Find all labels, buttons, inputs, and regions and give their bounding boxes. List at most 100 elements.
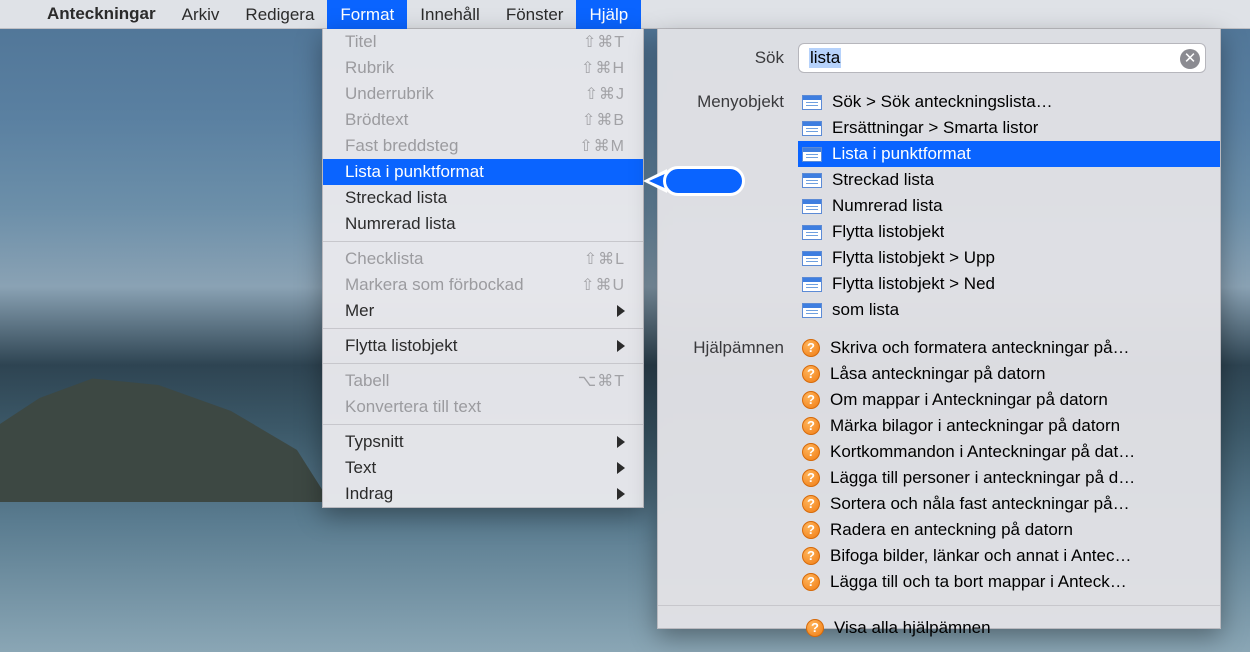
menu-shortcut: ⌥⌘T (578, 371, 625, 391)
help-topic-label: Märka bilagor i anteckningar på datorn (830, 416, 1120, 436)
menu-shortcut: ⇧⌘J (585, 84, 625, 104)
format-menu-item: Brödtext⇧⌘B (323, 107, 643, 133)
help-topic-icon: ? (802, 391, 820, 409)
menu-result-icon (802, 303, 822, 318)
menu-item-label: Fast breddsteg (345, 136, 458, 156)
menu-separator (323, 328, 643, 329)
help-result-label: Ersättningar > Smarta listor (832, 118, 1038, 138)
help-menu-result[interactable]: Streckad lista (798, 167, 1220, 193)
menu-item-label: Streckad lista (345, 188, 447, 208)
menu-separator (323, 424, 643, 425)
help-topic-label: Om mappar i Anteckningar på datorn (830, 390, 1108, 410)
format-menu-item[interactable]: Numrerad lista (323, 211, 643, 237)
menu-shortcut: ⇧⌘L (584, 249, 625, 269)
format-menu-item[interactable]: Lista i punktformat (323, 159, 643, 185)
help-topic-result[interactable]: ? Lägga till personer i anteckningar på d… (798, 465, 1220, 491)
help-callout-arrow (645, 161, 745, 201)
format-menu-item: Rubrik ⇧⌘H (323, 55, 643, 81)
menu-item-label: Tabell (345, 371, 389, 391)
menu-innehall[interactable]: Innehåll (407, 0, 493, 29)
menu-item-label: Konvertera till text (345, 397, 481, 417)
help-topic-icon: ? (802, 469, 820, 487)
help-topic-label: Lägga till personer i anteckningar på d… (830, 468, 1135, 488)
help-search-label: Sök (672, 48, 798, 68)
help-topic-result[interactable]: ? Kortkommandon i Anteckningar på dat… (798, 439, 1220, 465)
menu-item-label: Indrag (345, 484, 393, 504)
menu-item-label: Checklista (345, 249, 423, 269)
menu-item-label: Lista i punktformat (345, 162, 484, 182)
help-menu-result[interactable]: Ersättningar > Smarta listor (798, 115, 1220, 141)
help-search-box[interactable]: lista ✕ (798, 43, 1206, 73)
help-result-label: Flytta listobjekt (832, 222, 944, 242)
format-dropdown: Titel⇧⌘T Rubrik ⇧⌘H Underrubrik⇧⌘JBrödtext⇧… (322, 29, 644, 508)
help-menu-result[interactable]: Flytta listobjekt > Ned (798, 271, 1220, 297)
menu-result-icon (802, 147, 822, 162)
help-topic-result[interactable]: ?Märka bilagor i anteckningar på datorn (798, 413, 1220, 439)
help-topic-label: Låsa anteckningar på datorn (830, 364, 1046, 384)
format-menu-item: Titel⇧⌘T (323, 29, 643, 55)
help-search-row: Sök lista ✕ (658, 29, 1220, 83)
help-topic-icon: ? (802, 547, 820, 565)
help-topic-label: Radera en anteckning på datorn (830, 520, 1073, 540)
help-menu-result[interactable]: Numrerad lista (798, 193, 1220, 219)
menu-item-label: Mer (345, 301, 374, 321)
menu-item-label: Flytta listobjekt (345, 336, 457, 356)
menu-result-icon (802, 199, 822, 214)
menu-item-label: Rubrik (345, 58, 394, 78)
help-topic-result[interactable]: ?Lägga till och ta bort mappar i Anteck… (798, 569, 1220, 595)
menu-result-icon (802, 277, 822, 292)
help-topic-result[interactable]: ? Bifoga bilder, länkar och annat i Antec… (798, 543, 1220, 569)
help-topic-result[interactable]: ?Skriva och formatera anteckningar på… (798, 335, 1220, 361)
help-topic-result[interactable]: ? Radera en anteckning på datorn (798, 517, 1220, 543)
format-menu-item[interactable]: Flytta listobjekt (323, 333, 643, 359)
submenu-arrow-icon (617, 436, 625, 448)
menu-shortcut: ⇧⌘M (579, 136, 625, 156)
menu-arkiv[interactable]: Arkiv (169, 0, 233, 29)
menu-shortcut: ⇧⌘T (583, 32, 625, 52)
format-menu-item[interactable]: Indrag (323, 481, 643, 507)
help-result-label: Flytta listobjekt > Ned (832, 274, 995, 294)
menu-result-icon (802, 251, 822, 266)
format-menu-item[interactable]: Text (323, 455, 643, 481)
help-search-input[interactable]: lista (809, 48, 841, 68)
help-menu-result[interactable]: Sök > Sök anteckningslista… (798, 89, 1220, 115)
menu-hjalp[interactable]: Hjälp (576, 0, 641, 29)
clear-search-icon[interactable]: ✕ (1180, 49, 1200, 69)
help-topic-result[interactable]: ? Låsa anteckningar på datorn (798, 361, 1220, 387)
help-section-topics-label: Hjälpämnen (658, 335, 798, 595)
menu-redigera[interactable]: Redigera (232, 0, 327, 29)
submenu-arrow-icon (617, 462, 625, 474)
help-divider (658, 605, 1220, 606)
format-menu-item[interactable]: Streckad lista (323, 185, 643, 211)
help-menu-result[interactable]: Flytta listobjekt > Upp (798, 245, 1220, 271)
menu-fonster[interactable]: Fönster (493, 0, 577, 29)
format-menu-item[interactable]: Typsnitt (323, 429, 643, 455)
help-result-label: Streckad lista (832, 170, 934, 190)
help-topic-label: Bifoga bilder, länkar och annat i Antec… (830, 546, 1131, 566)
app-menu[interactable]: Anteckningar (34, 4, 169, 24)
help-menu-result[interactable]: som lista (798, 297, 1220, 323)
help-view-all[interactable]: ? Visa alla hjälpämnen (658, 610, 1220, 648)
help-topic-result[interactable]: ? Om mappar i Anteckningar på datorn (798, 387, 1220, 413)
submenu-arrow-icon (617, 488, 625, 500)
format-menu-item: Tabell ⌥⌘T (323, 368, 643, 394)
menu-item-label: Numrerad lista (345, 214, 456, 234)
help-section-menu-items: Menyobjekt Sök > Sök anteckningslista…Er… (658, 83, 1220, 329)
format-menu-item: Underrubrik⇧⌘J (323, 81, 643, 107)
help-view-all-label: Visa alla hjälpämnen (834, 618, 991, 638)
submenu-arrow-icon (617, 305, 625, 317)
format-menu-item: Konvertera till text (323, 394, 643, 420)
help-topic-icon: ? (802, 365, 820, 383)
menu-item-label: Typsnitt (345, 432, 404, 452)
help-topic-result[interactable]: ?Sortera och nåla fast anteckningar på… (798, 491, 1220, 517)
menu-shortcut: ⇧⌘H (581, 58, 625, 78)
format-menu-item: Checklista ⇧⌘L (323, 246, 643, 272)
help-topic-label: Kortkommandon i Anteckningar på dat… (830, 442, 1135, 462)
menu-format[interactable]: Format (327, 0, 407, 29)
help-menu-result[interactable]: Lista i punktformat (798, 141, 1220, 167)
help-menu-result[interactable]: Flytta listobjekt (798, 219, 1220, 245)
format-menu-item[interactable]: Mer (323, 298, 643, 324)
menu-result-icon (802, 95, 822, 110)
help-topic-icon: ? (802, 443, 820, 461)
help-topic-icon: ? (802, 521, 820, 539)
